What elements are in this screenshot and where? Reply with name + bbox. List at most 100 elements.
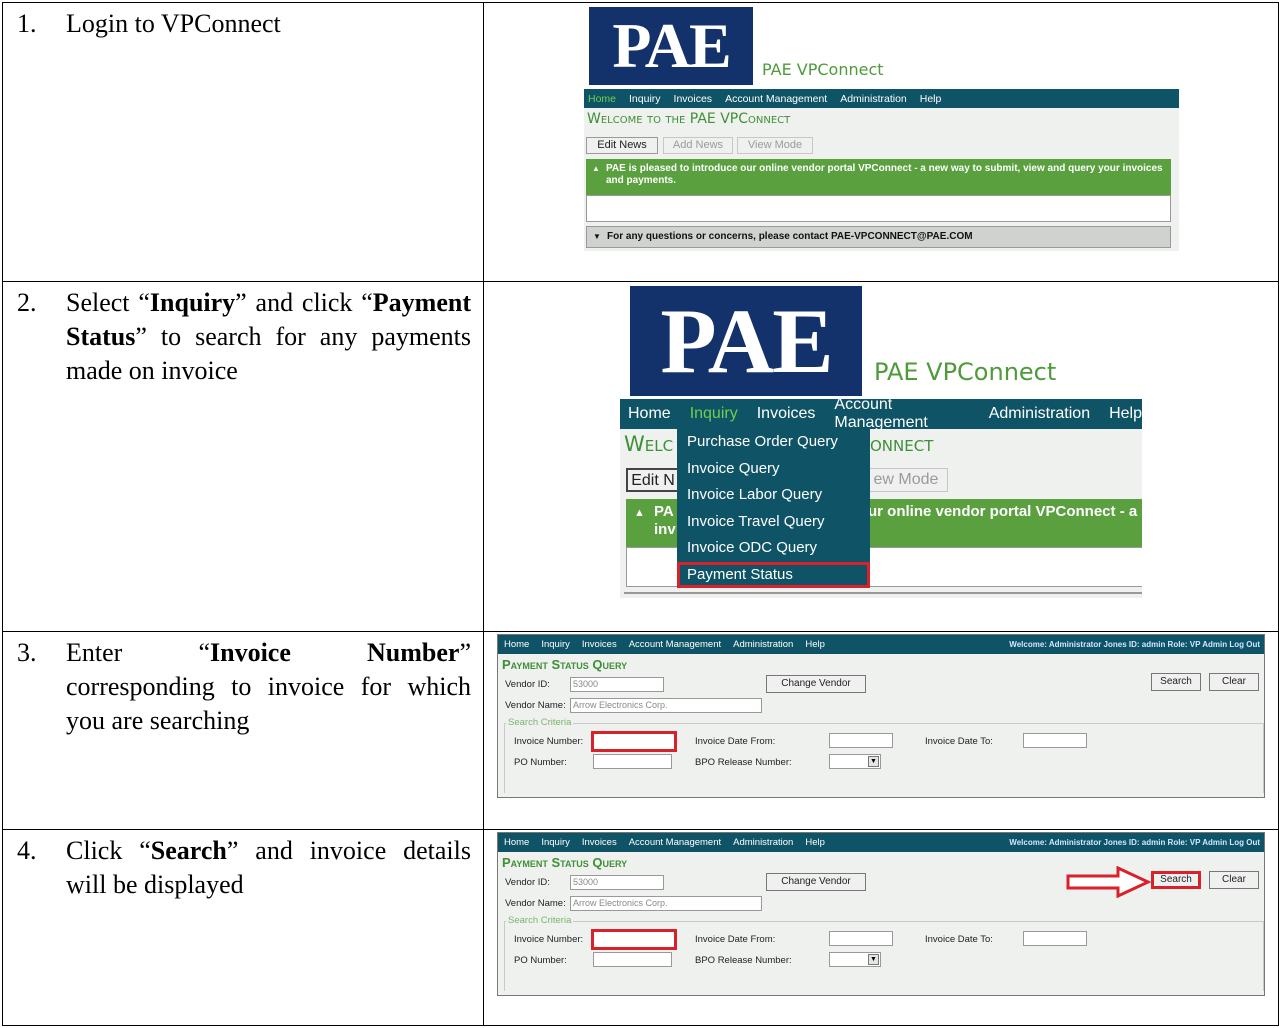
menu-item-purchase-order-query[interactable]: Purchase Order Query [677,429,870,456]
step-number: 3. [17,638,37,667]
add-news-button[interactable]: Add News [663,137,733,154]
nav-invoices[interactable]: Invoices [582,837,617,848]
pae-logo: PAE [589,7,753,85]
main-nav: Home Inquiry Invoices Account Management… [620,396,1142,432]
page-title: Payment Status Query [502,657,628,672]
nav-account-management[interactable]: Account Management [725,93,827,105]
user-info[interactable]: Welcome: Administrator Jones ID: admin R… [1009,838,1260,847]
main-nav: Home Inquiry Invoices Account Management… [498,635,1264,654]
nav-invoices[interactable]: Invoices [582,639,617,650]
step-1-cell: 1. Login to VPConnect [2,2,484,282]
search-criteria-legend: Search Criteria [506,717,574,728]
step-4: 4. Click “Search” and invoice details wi… [3,830,483,902]
portal-title: PAE VPConnect [762,60,884,79]
step-text: Click “Search” and invoice details will … [66,836,471,899]
invoice-number-input[interactable] [591,731,677,752]
view-mode-button[interactable]: View Mode [737,137,813,154]
invoice-number-input[interactable] [591,929,677,950]
nav-account-management[interactable]: Account Management [629,837,721,848]
main-nav: Home Inquiry Invoices Account Management… [584,89,1179,108]
menu-item-invoice-odc-query[interactable]: Invoice ODC Query [677,535,870,562]
vendor-id-label: Vendor ID: [505,679,550,690]
portal-title: PAE VPConnect [874,358,1057,386]
page-title: Payment Status Query [502,855,628,870]
po-number-input[interactable] [593,754,672,769]
vendor-id-field[interactable]: 53000 [570,677,664,692]
search-button[interactable]: Search [1151,673,1201,691]
menu-item-payment-status[interactable]: Payment Status [677,561,870,588]
nav-help[interactable]: Help [920,93,942,105]
expand-icon[interactable]: ▼ [593,227,601,247]
nav-home[interactable]: Home [588,93,616,105]
nav-administration[interactable]: Administration [840,93,907,105]
step-number: 2. [17,288,37,317]
steps-table: 1. Login to VPConnect PAE PAE VPConnect … [2,2,1279,1026]
bpo-release-number-select[interactable]: ▼ [829,952,881,967]
collapse-icon[interactable]: ▲ [592,163,600,175]
user-info[interactable]: Welcome: Administrator Jones ID: admin R… [1009,640,1260,649]
vpconnect-home: PAE PAE VPConnect Home Inquiry Invoices … [584,5,1179,251]
view-mode-button[interactable]: ew Mode [864,468,948,492]
vendor-name-field[interactable]: Arrow Electronics Corp. [570,896,762,911]
divider [624,592,1142,594]
nav-administration[interactable]: Administration [733,837,793,848]
po-number-input[interactable] [593,952,672,967]
step-3-cell: 3. Enter “Invoice Number” corresponding … [2,631,484,830]
invoice-date-to-input[interactable] [1023,931,1087,946]
nav-help[interactable]: Help [1109,405,1142,423]
vendor-id-label: Vendor ID: [505,877,550,888]
nav-inquiry[interactable]: Inquiry [690,405,738,423]
nav-inquiry[interactable]: Inquiry [541,639,570,650]
contact-bar: ▼ For any questions or concerns, please … [586,226,1171,248]
edit-news-button[interactable]: Edit N [626,468,680,492]
clear-button[interactable]: Clear [1209,673,1259,691]
invoice-date-to-label: Invoice Date To: [925,934,993,945]
welcome-heading-fragment-right: onnect [870,432,934,456]
arrow-right-icon [1066,866,1152,898]
search-button[interactable]: Search [1151,871,1201,889]
invoice-date-to-input[interactable] [1023,733,1087,748]
invoice-date-from-label: Invoice Date From: [695,736,776,747]
nav-invoices[interactable]: Invoices [674,93,713,105]
step-4-cell: 4. Click “Search” and invoice details wi… [2,829,484,1026]
menu-item-invoice-query[interactable]: Invoice Query [677,456,870,483]
nav-help[interactable]: Help [805,639,825,650]
nav-home[interactable]: Home [628,405,671,423]
nav-invoices[interactable]: Invoices [757,405,816,423]
change-vendor-button[interactable]: Change Vendor [766,675,866,693]
welcome-heading-fragment: Welc [624,432,674,456]
nav-home[interactable]: Home [504,639,529,650]
nav-home[interactable]: Home [504,837,529,848]
nav-inquiry[interactable]: Inquiry [629,93,661,105]
change-vendor-button[interactable]: Change Vendor [766,873,866,891]
vendor-name-field[interactable]: Arrow Electronics Corp. [570,698,762,713]
main-nav: Home Inquiry Invoices Account Management… [498,833,1264,852]
vendor-id-field[interactable]: 53000 [570,875,664,890]
vendor-name-label: Vendor Name: [505,898,566,909]
invoice-date-from-input[interactable] [829,931,893,946]
step-text: Enter “Invoice Number” corresponding to … [66,638,471,735]
edit-news-button[interactable]: Edit News [586,137,658,154]
screenshot-payment-status-query: Home Inquiry Invoices Account Management… [483,631,1279,830]
chevron-down-icon[interactable]: ▼ [868,756,879,767]
nav-inquiry[interactable]: Inquiry [541,837,570,848]
menu-item-invoice-labor-query[interactable]: Invoice Labor Query [677,482,870,509]
nav-account-management[interactable]: Account Management [629,639,721,650]
invoice-number-label: Invoice Number: [514,934,584,945]
invoice-date-from-label: Invoice Date From: [695,934,776,945]
search-criteria-legend: Search Criteria [506,915,574,926]
invoice-date-from-input[interactable] [829,733,893,748]
clear-button[interactable]: Clear [1209,871,1259,889]
collapse-icon[interactable]: ▲ [634,504,645,522]
bpo-release-number-select[interactable]: ▼ [829,754,881,769]
invoice-number-label: Invoice Number: [514,736,584,747]
nav-account-management[interactable]: Account Management [834,396,969,432]
menu-item-invoice-travel-query[interactable]: Invoice Travel Query [677,509,870,536]
step-number: 1. [17,9,37,38]
chevron-down-icon[interactable]: ▼ [868,954,879,965]
nav-administration[interactable]: Administration [733,639,793,650]
nav-administration[interactable]: Administration [989,405,1090,423]
po-number-label: PO Number: [514,955,567,966]
nav-help[interactable]: Help [805,837,825,848]
payment-status-page: Home Inquiry Invoices Account Management… [497,634,1265,798]
